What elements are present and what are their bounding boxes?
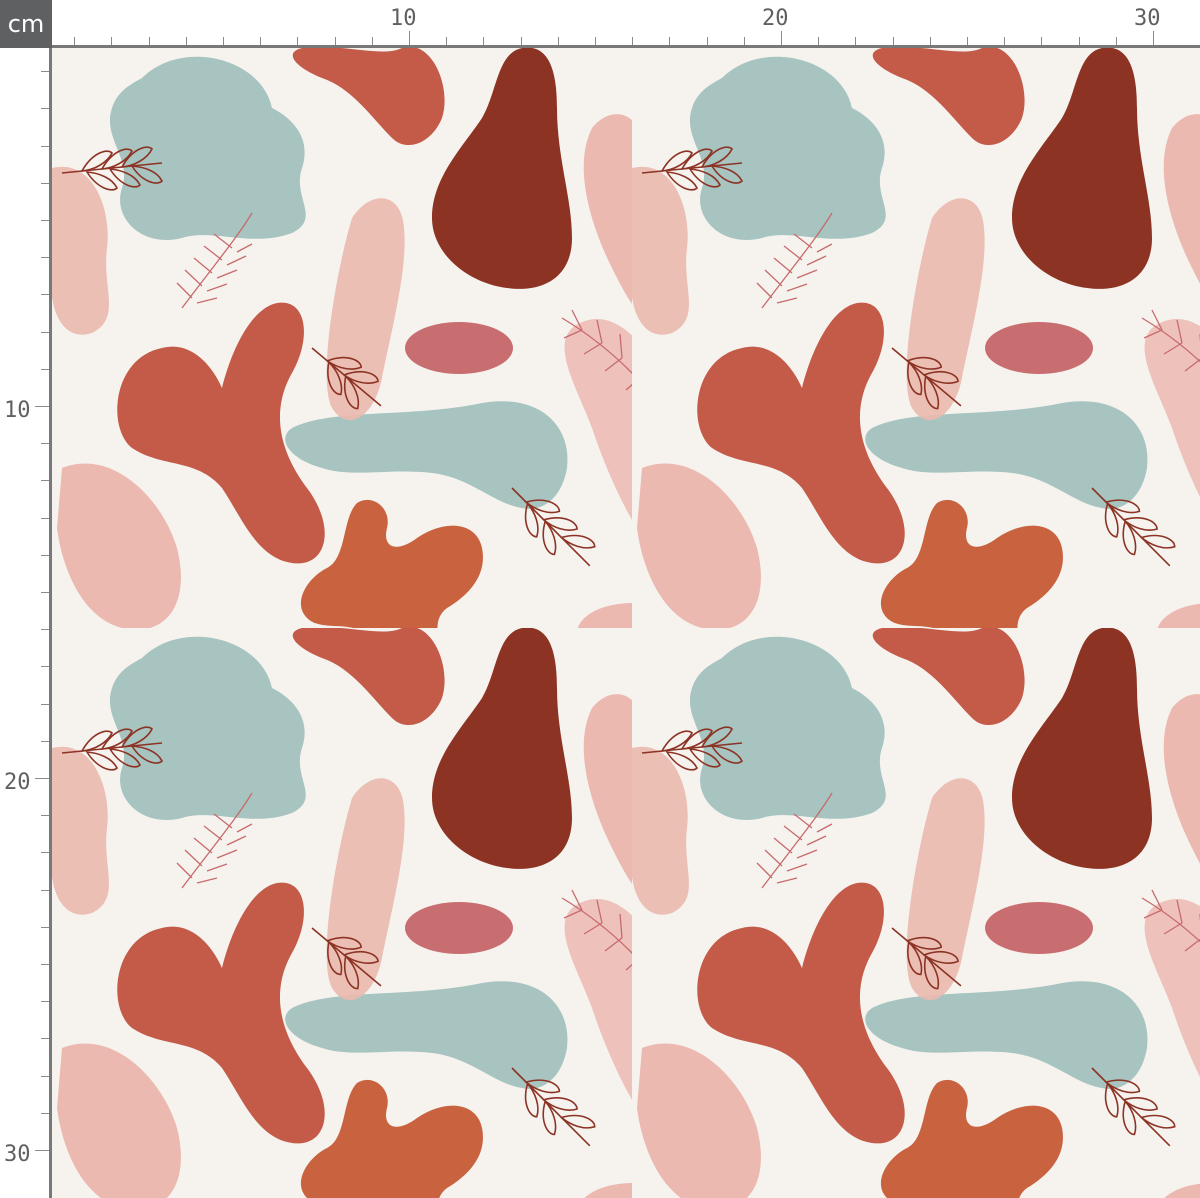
ruler-tick (41, 852, 49, 854)
ruler-tick (669, 37, 671, 45)
ruler-tick (41, 592, 49, 593)
ruler-tick (41, 443, 49, 445)
ruler-tick (35, 406, 49, 407)
ruler-tick (483, 37, 485, 45)
ruler-tick (41, 629, 49, 631)
ruler-tick (446, 37, 448, 45)
ruler-tick (35, 778, 49, 779)
ruler-tick (818, 37, 820, 45)
ruler-tick (1078, 37, 1080, 45)
ruler-tick (41, 71, 49, 73)
ruler-tick (41, 703, 49, 705)
ruler-tick (41, 182, 49, 184)
ruler-tick (41, 926, 49, 928)
ruler-tick (855, 37, 857, 45)
fabric-pattern-preview (52, 48, 1200, 1198)
ruler-tick (41, 1038, 49, 1040)
ruler-tick (557, 37, 559, 45)
pattern-canvas (52, 48, 1200, 1198)
ruler-tick (1153, 31, 1154, 45)
ruler-tick (41, 1001, 49, 1003)
ruler-tick (967, 37, 968, 45)
ruler-tick (632, 37, 634, 45)
ruler-tick (334, 37, 336, 45)
ruler-tick (706, 37, 708, 45)
unit-label: cm (0, 0, 52, 48)
ruler-tick (520, 37, 522, 45)
ruler-tick (41, 368, 49, 370)
ruler-tick (74, 37, 76, 45)
ruler-tick (41, 220, 49, 221)
ruler-tick (409, 31, 410, 45)
ruler-tick (111, 37, 113, 45)
fabric-fill (52, 48, 1200, 1198)
ruler-tick (41, 666, 49, 668)
ruler-tick (892, 37, 894, 45)
ruler-tick (41, 294, 49, 296)
ruler-tick (595, 37, 596, 45)
ruler-tick (41, 554, 49, 556)
ruler-tick (41, 517, 49, 519)
ruler-tick (148, 37, 150, 45)
top-ruler-label-10: 10 (390, 6, 417, 31)
ruler-tick (297, 37, 299, 45)
ruler-tick (41, 889, 49, 891)
ruler-tick (41, 740, 49, 742)
left-ruler-label-20: 20 (4, 770, 31, 795)
ruler-tick (223, 37, 224, 45)
top-ruler-label-20: 20 (762, 6, 789, 31)
ruler-tick (1115, 37, 1117, 45)
left-ruler-label-10: 10 (4, 398, 31, 423)
ruler-tick (260, 37, 262, 45)
ruler-tick (1004, 37, 1006, 45)
ruler-tick (371, 37, 373, 45)
ruler-tick (185, 37, 187, 45)
ruler-tick (41, 145, 49, 147)
horizontal-ruler: 10 20 30 (52, 0, 1200, 48)
ruler-tick (35, 1150, 49, 1151)
ruler-tick (781, 31, 782, 45)
ruler-tick (929, 37, 931, 45)
ruler-tick (41, 257, 49, 259)
vertical-ruler: 10 20 30 (0, 48, 52, 1198)
top-ruler-label-30: 30 (1134, 6, 1161, 31)
ruler-tick (41, 1112, 49, 1114)
ruler-tick (41, 815, 49, 817)
ruler-tick (41, 964, 49, 965)
ruler-tick (41, 108, 49, 110)
ruler-tick (743, 37, 745, 45)
ruler-tick (41, 1075, 49, 1077)
ruler-tick (41, 480, 49, 482)
ruler-tick (41, 331, 49, 333)
ruler-tick (1041, 37, 1043, 45)
left-ruler-label-30: 30 (4, 1142, 31, 1167)
